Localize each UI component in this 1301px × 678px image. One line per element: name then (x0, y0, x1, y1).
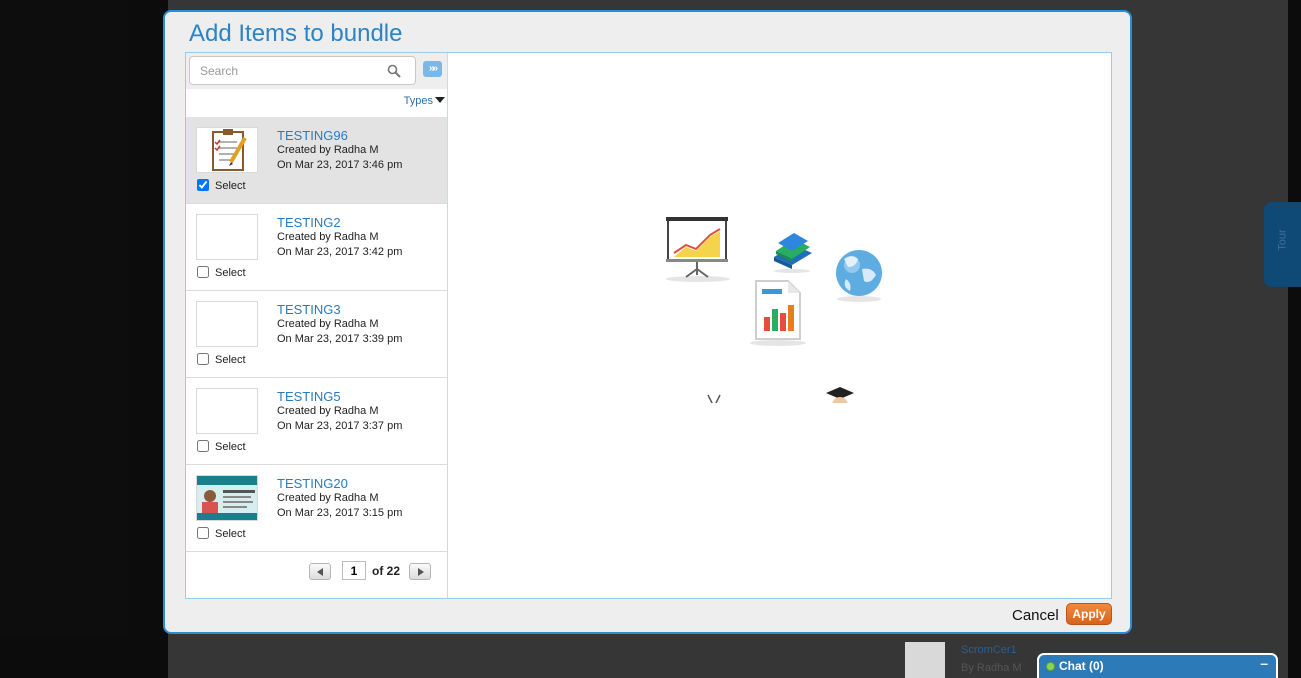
background-item-author: By Radha M (961, 662, 1022, 674)
select-label: Select (215, 528, 246, 540)
item-thumbnail (196, 388, 258, 434)
list-item[interactable]: TESTING2 Created by Radha M On Mar 23, 2… (186, 204, 447, 291)
next-page-button[interactable] (409, 563, 431, 580)
item-date: On Mar 23, 2017 3:37 pm (277, 420, 403, 432)
select-checkbox[interactable] (197, 266, 209, 278)
select-checkbox[interactable] (197, 353, 209, 365)
caret-down-icon (435, 97, 445, 103)
item-author: Created by Radha M (277, 231, 379, 243)
books-icon (774, 233, 812, 273)
list-item[interactable]: TESTING3 Created by Radha M On Mar 23, 2… (186, 291, 447, 378)
tour-label: Tour (1276, 229, 1289, 251)
list-item[interactable]: TESTING96 Created by Radha M On Mar 23, … (186, 117, 447, 204)
page-number-input[interactable] (342, 561, 366, 580)
select-label: Select (215, 441, 246, 453)
tutorial-banner-icon (197, 476, 257, 520)
types-label: Types (403, 95, 433, 107)
list-item[interactable]: TESTING20 Created by Radha M On Mar 23, … (186, 465, 447, 552)
arrow-right-icon (418, 568, 424, 576)
item-title[interactable]: TESTING2 (277, 215, 341, 230)
online-status-icon (1046, 662, 1055, 671)
item-author: Created by Radha M (277, 492, 379, 504)
item-thumbnail (196, 127, 258, 173)
item-author: Created by Radha M (277, 405, 379, 417)
arrow-left-icon (317, 568, 323, 576)
background-item-title: ScromCer1 (961, 644, 1017, 656)
expand-icon[interactable]: »» (423, 61, 442, 77)
items-list: TESTING96 Created by Radha M On Mar 23, … (186, 117, 447, 552)
modal-panel: »» Types (185, 52, 1112, 599)
presentation-icon (666, 217, 730, 282)
chat-label: Chat (0) (1059, 659, 1104, 673)
background-item-thumbnail (905, 642, 945, 678)
checklist-icon (212, 129, 247, 171)
tour-tab[interactable]: Tour (1264, 202, 1301, 287)
globe-icon (836, 250, 882, 302)
graduate-icon (826, 387, 854, 403)
item-title[interactable]: TESTING20 (277, 476, 348, 491)
chat-widget[interactable]: Chat (0) – (1037, 653, 1278, 678)
search-icon[interactable] (387, 64, 401, 78)
pagination: of 22 (186, 552, 447, 598)
item-author: Created by Radha M (277, 144, 379, 156)
cancel-button[interactable]: Cancel (1012, 607, 1059, 624)
minimize-icon[interactable]: – (1260, 655, 1268, 671)
items-sidebar: »» Types (186, 53, 448, 598)
item-title[interactable]: TESTING96 (277, 128, 348, 143)
select-checkbox[interactable] (197, 440, 209, 452)
list-item[interactable]: TESTING5 Created by Radha M On Mar 23, 2… (186, 378, 447, 465)
item-date: On Mar 23, 2017 3:15 pm (277, 507, 403, 519)
modal-title: Add Items to bundle (189, 20, 403, 47)
prev-page-button[interactable] (309, 563, 331, 580)
page-count: of 22 (372, 564, 401, 578)
select-label: Select (215, 354, 246, 366)
item-date: On Mar 23, 2017 3:39 pm (277, 333, 403, 345)
search-bar: »» (186, 53, 447, 89)
item-title[interactable]: TESTING3 (277, 302, 341, 317)
select-checkbox[interactable] (197, 527, 209, 539)
content-types-illustration (666, 217, 882, 403)
select-label: Select (215, 267, 246, 279)
report-chart-icon (750, 280, 806, 346)
search-box[interactable] (189, 56, 416, 85)
select-label: Select (215, 180, 246, 192)
television-icon (707, 394, 721, 403)
select-checkbox[interactable] (197, 179, 209, 191)
add-items-modal: Add Items to bundle »» Types (163, 10, 1132, 634)
types-filter[interactable]: Types (404, 95, 445, 107)
item-date: On Mar 23, 2017 3:46 pm (277, 159, 403, 171)
apply-button[interactable]: Apply (1066, 603, 1112, 625)
search-input[interactable] (200, 63, 380, 79)
item-thumbnail (196, 301, 258, 347)
item-thumbnail (196, 475, 258, 521)
item-thumbnail (196, 214, 258, 260)
item-title[interactable]: TESTING5 (277, 389, 341, 404)
item-date: On Mar 23, 2017 3:42 pm (277, 246, 403, 258)
item-author: Created by Radha M (277, 318, 379, 330)
